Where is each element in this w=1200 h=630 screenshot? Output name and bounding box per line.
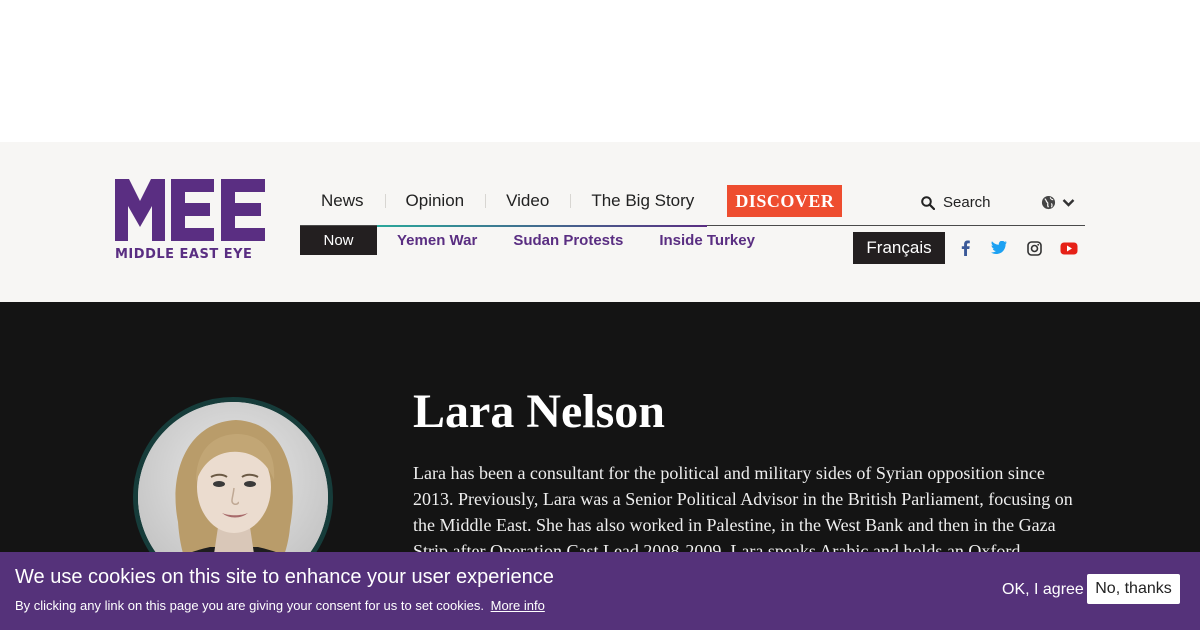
francais-button[interactable]: Français	[853, 232, 945, 264]
nav-video[interactable]: Video	[485, 191, 570, 211]
twitter-link[interactable]	[989, 239, 1009, 257]
subnav-yemen-war[interactable]: Yemen War	[397, 232, 477, 249]
sub-nav: Now Yemen War Sudan Protests Inside Turk…	[300, 226, 771, 255]
mee-logo-mark	[115, 179, 265, 241]
author-name: Lara Nelson	[413, 385, 665, 438]
facebook-icon	[961, 240, 970, 256]
instagram-link[interactable]	[1024, 239, 1044, 257]
nav-opinion[interactable]: Opinion	[384, 191, 486, 211]
search-icon	[921, 195, 935, 210]
discover-button[interactable]: DISCOVER	[727, 185, 843, 217]
youtube-icon	[1060, 242, 1078, 254]
subnav-sudan-protests[interactable]: Sudan Protests	[513, 232, 623, 249]
language-menu-toggle[interactable]	[1041, 195, 1075, 210]
author-bio: Lara has been a consultant for the polit…	[413, 463, 1073, 561]
cookie-text: By clicking any link on this page you ar…	[15, 598, 545, 613]
main-nav: News Opinion Video The Big Story DISCOVE…	[300, 185, 843, 217]
logo-text: MIDDLE EAST EYE	[115, 247, 253, 262]
cookie-consent-text: By clicking any link on this page you ar…	[15, 598, 484, 613]
site-header: MIDDLE EAST EYE News Opinion Video The B…	[0, 142, 1200, 302]
cookie-banner: We use cookies on this site to enhance y…	[0, 552, 1200, 630]
subnav-inside-turkey[interactable]: Inside Turkey	[659, 232, 755, 249]
youtube-link[interactable]	[1059, 239, 1079, 257]
cookie-title: We use cookies on this site to enhance y…	[15, 566, 554, 588]
search-label: Search	[943, 194, 991, 211]
chevron-down-icon	[1062, 198, 1075, 207]
nav-the-big-story[interactable]: The Big Story	[570, 191, 715, 211]
mee-logo[interactable]: MIDDLE EAST EYE	[115, 179, 265, 264]
cookie-more-info-link[interactable]: More info	[491, 598, 545, 613]
cookie-decline-button[interactable]: No, thanks	[1087, 574, 1180, 604]
globe-icon	[1041, 195, 1056, 210]
facebook-link[interactable]	[955, 239, 975, 257]
cookie-agree-button[interactable]: OK, I agree	[994, 574, 1092, 606]
tab-now[interactable]: Now	[300, 226, 377, 255]
search-button[interactable]: Search	[921, 194, 991, 211]
twitter-icon	[991, 241, 1007, 254]
nav-news[interactable]: News	[300, 191, 385, 211]
ad-space	[0, 0, 1200, 142]
instagram-icon	[1026, 240, 1042, 256]
